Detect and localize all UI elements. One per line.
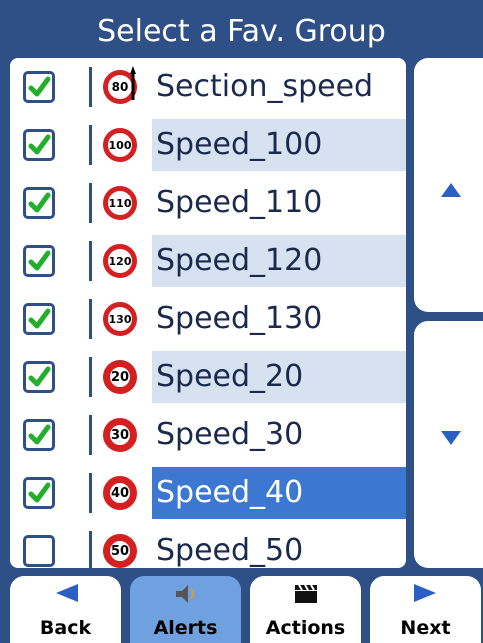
list-item-label[interactable]: Speed_110 — [152, 177, 406, 229]
scroll-down-button[interactable] — [414, 321, 483, 568]
list-item[interactable]: 80 Section_speed — [10, 58, 406, 116]
scroll-up-button[interactable] — [414, 58, 483, 312]
list-item[interactable]: 30 Speed_30 — [10, 406, 406, 464]
speed-sign-icon: 30 — [103, 418, 137, 452]
speed-sign-icon: 120 — [103, 244, 137, 278]
next-button[interactable]: Next — [370, 576, 481, 643]
screen-title: Select a Fav. Group — [97, 14, 386, 49]
speaker-icon — [175, 585, 194, 603]
list-item[interactable]: 20 Speed_20 — [10, 348, 406, 406]
list-item-label[interactable]: Section_speed — [152, 61, 406, 113]
checkbox[interactable] — [23, 419, 55, 451]
clapperboard-icon — [294, 584, 317, 603]
checkmark-icon — [28, 192, 51, 213]
list-item[interactable]: 110 Speed_110 — [10, 174, 406, 232]
list-item-label[interactable]: Speed_50 — [152, 525, 406, 568]
separator — [89, 299, 92, 339]
separator — [89, 125, 92, 165]
alerts-label: Alerts — [153, 617, 218, 639]
separator — [89, 67, 92, 107]
checkmark-icon — [28, 308, 51, 329]
triangle-up-icon — [441, 183, 461, 197]
list-item-label[interactable]: Speed_30 — [152, 409, 406, 461]
list-item-label[interactable]: Speed_40 — [152, 467, 406, 519]
checkmark-icon — [28, 366, 51, 387]
separator — [89, 415, 92, 455]
next-label: Next — [400, 617, 451, 639]
checkbox[interactable] — [23, 361, 55, 393]
speed-sign-icon: 50 — [103, 534, 137, 568]
list-item[interactable]: 100 Speed_100 — [10, 116, 406, 174]
checkmark-icon — [28, 424, 51, 445]
checkbox[interactable] — [23, 71, 55, 103]
list-item-label[interactable]: Speed_100 — [152, 119, 406, 171]
list-item[interactable]: 130 Speed_130 — [10, 290, 406, 348]
back-label: Back — [39, 617, 92, 639]
back-button[interactable]: Back — [10, 576, 121, 643]
checkbox[interactable] — [23, 303, 55, 335]
separator — [89, 357, 92, 397]
list-item-label[interactable]: Speed_120 — [152, 235, 406, 287]
checkbox[interactable] — [23, 187, 55, 219]
separator — [89, 183, 92, 223]
section-arrow-icon — [130, 66, 136, 100]
speed-sign-icon: 40 — [103, 476, 137, 510]
separator — [89, 531, 92, 568]
separator — [89, 241, 92, 281]
speed-sign-icon: 110 — [103, 186, 137, 220]
list-item[interactable]: 50 Speed_50 — [10, 522, 406, 568]
checkbox[interactable] — [23, 245, 55, 277]
separator — [89, 473, 92, 513]
checkmark-icon — [28, 250, 51, 271]
speed-sign-icon: 20 — [103, 360, 137, 394]
checkmark-icon — [28, 482, 51, 503]
list-item[interactable]: 120 Speed_120 — [10, 232, 406, 290]
actions-label: Actions — [265, 617, 346, 639]
alerts-button[interactable]: Alerts — [130, 576, 241, 643]
checkbox[interactable] — [23, 477, 55, 509]
list-item-selected[interactable]: 40 Speed_40 — [10, 464, 406, 522]
checkbox[interactable] — [23, 129, 55, 161]
back-arrow-icon — [55, 584, 78, 602]
fav-group-list[interactable]: 80 Section_speed 100 Speed_100 110 Speed… — [10, 58, 406, 568]
checkmark-icon — [28, 76, 51, 97]
checkmark-icon — [28, 134, 51, 155]
triangle-down-icon — [441, 431, 461, 445]
speed-sign-icon: 130 — [103, 302, 137, 336]
actions-button[interactable]: Actions — [250, 576, 361, 643]
list-item-label[interactable]: Speed_130 — [152, 293, 406, 345]
speed-sign-icon: 100 — [103, 128, 137, 162]
next-arrow-icon — [413, 584, 436, 602]
checkbox[interactable] — [23, 535, 55, 567]
list-item-label[interactable]: Speed_20 — [152, 351, 406, 403]
